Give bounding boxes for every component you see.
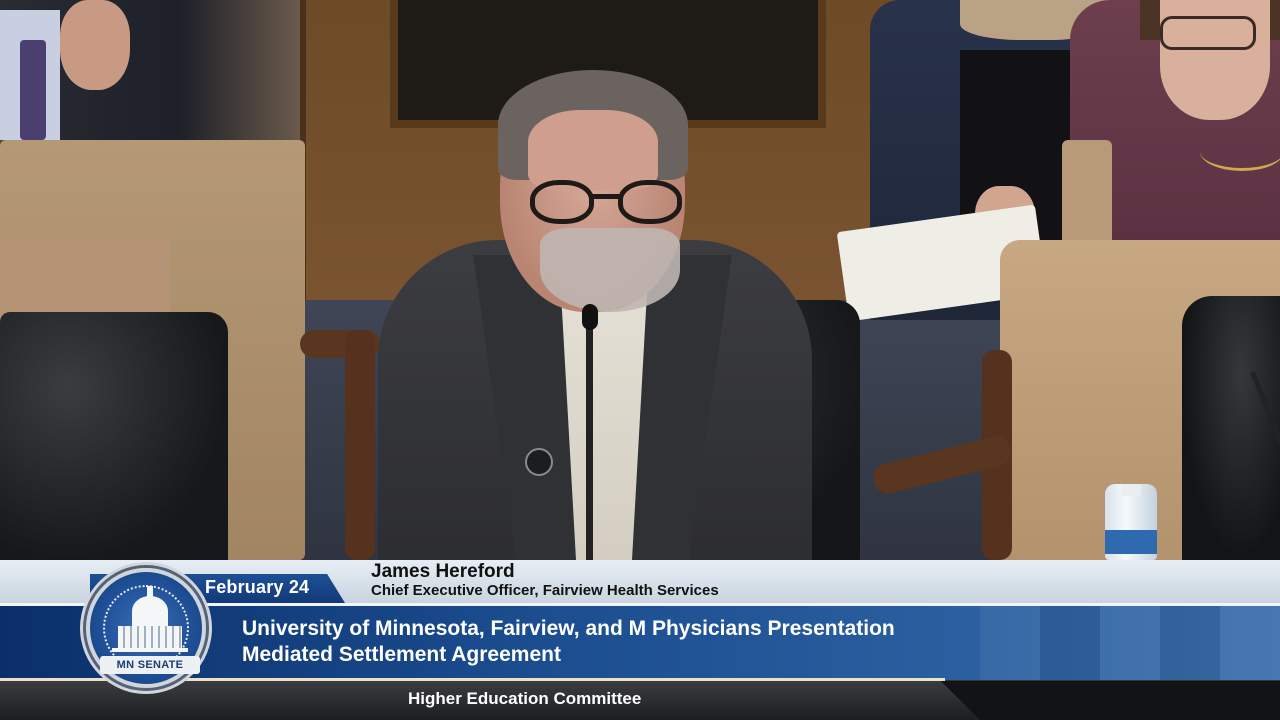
glasses-icon xyxy=(1160,16,1256,50)
broadcast-date: February 24 xyxy=(205,577,310,597)
glasses-lens-left xyxy=(530,180,594,224)
microphone-icon xyxy=(582,304,598,330)
program-title-line1: University of Minnesota, Fairview, and M… xyxy=(242,617,895,640)
speaker-title: Chief Executive Officer, Fairview Health… xyxy=(371,582,719,599)
audience-hand xyxy=(60,0,130,90)
capitol-building-icon xyxy=(118,626,182,648)
leather-chair-left xyxy=(0,312,228,562)
speaker-forehead xyxy=(528,110,658,190)
speaker-name: James Hereford xyxy=(371,561,515,582)
program-title-line2: Mediated Settlement Agreement xyxy=(242,643,561,666)
chair-arm-left-post xyxy=(345,330,375,560)
mn-senate-seal-logo: MN SENATE xyxy=(86,568,206,688)
seal-ribbon-text: MN SENATE xyxy=(100,656,200,674)
glasses-lens-right xyxy=(618,180,682,224)
water-bottle-label xyxy=(1105,530,1157,554)
speaker-glasses xyxy=(522,180,692,230)
audience-tie xyxy=(20,40,46,140)
lapel-pin xyxy=(525,448,553,476)
necklace xyxy=(1200,132,1280,171)
glasses-bridge xyxy=(592,194,620,199)
chair-back-right-rear xyxy=(1062,140,1112,250)
capitol-dome-icon xyxy=(132,596,168,626)
capitol-base xyxy=(112,648,188,652)
microphone-stem xyxy=(586,318,593,563)
water-bottle-cap xyxy=(1121,484,1141,496)
speaker-beard xyxy=(540,228,680,312)
committee-name: Higher Education Committee xyxy=(408,689,642,708)
leather-chair-right xyxy=(1182,296,1280,560)
